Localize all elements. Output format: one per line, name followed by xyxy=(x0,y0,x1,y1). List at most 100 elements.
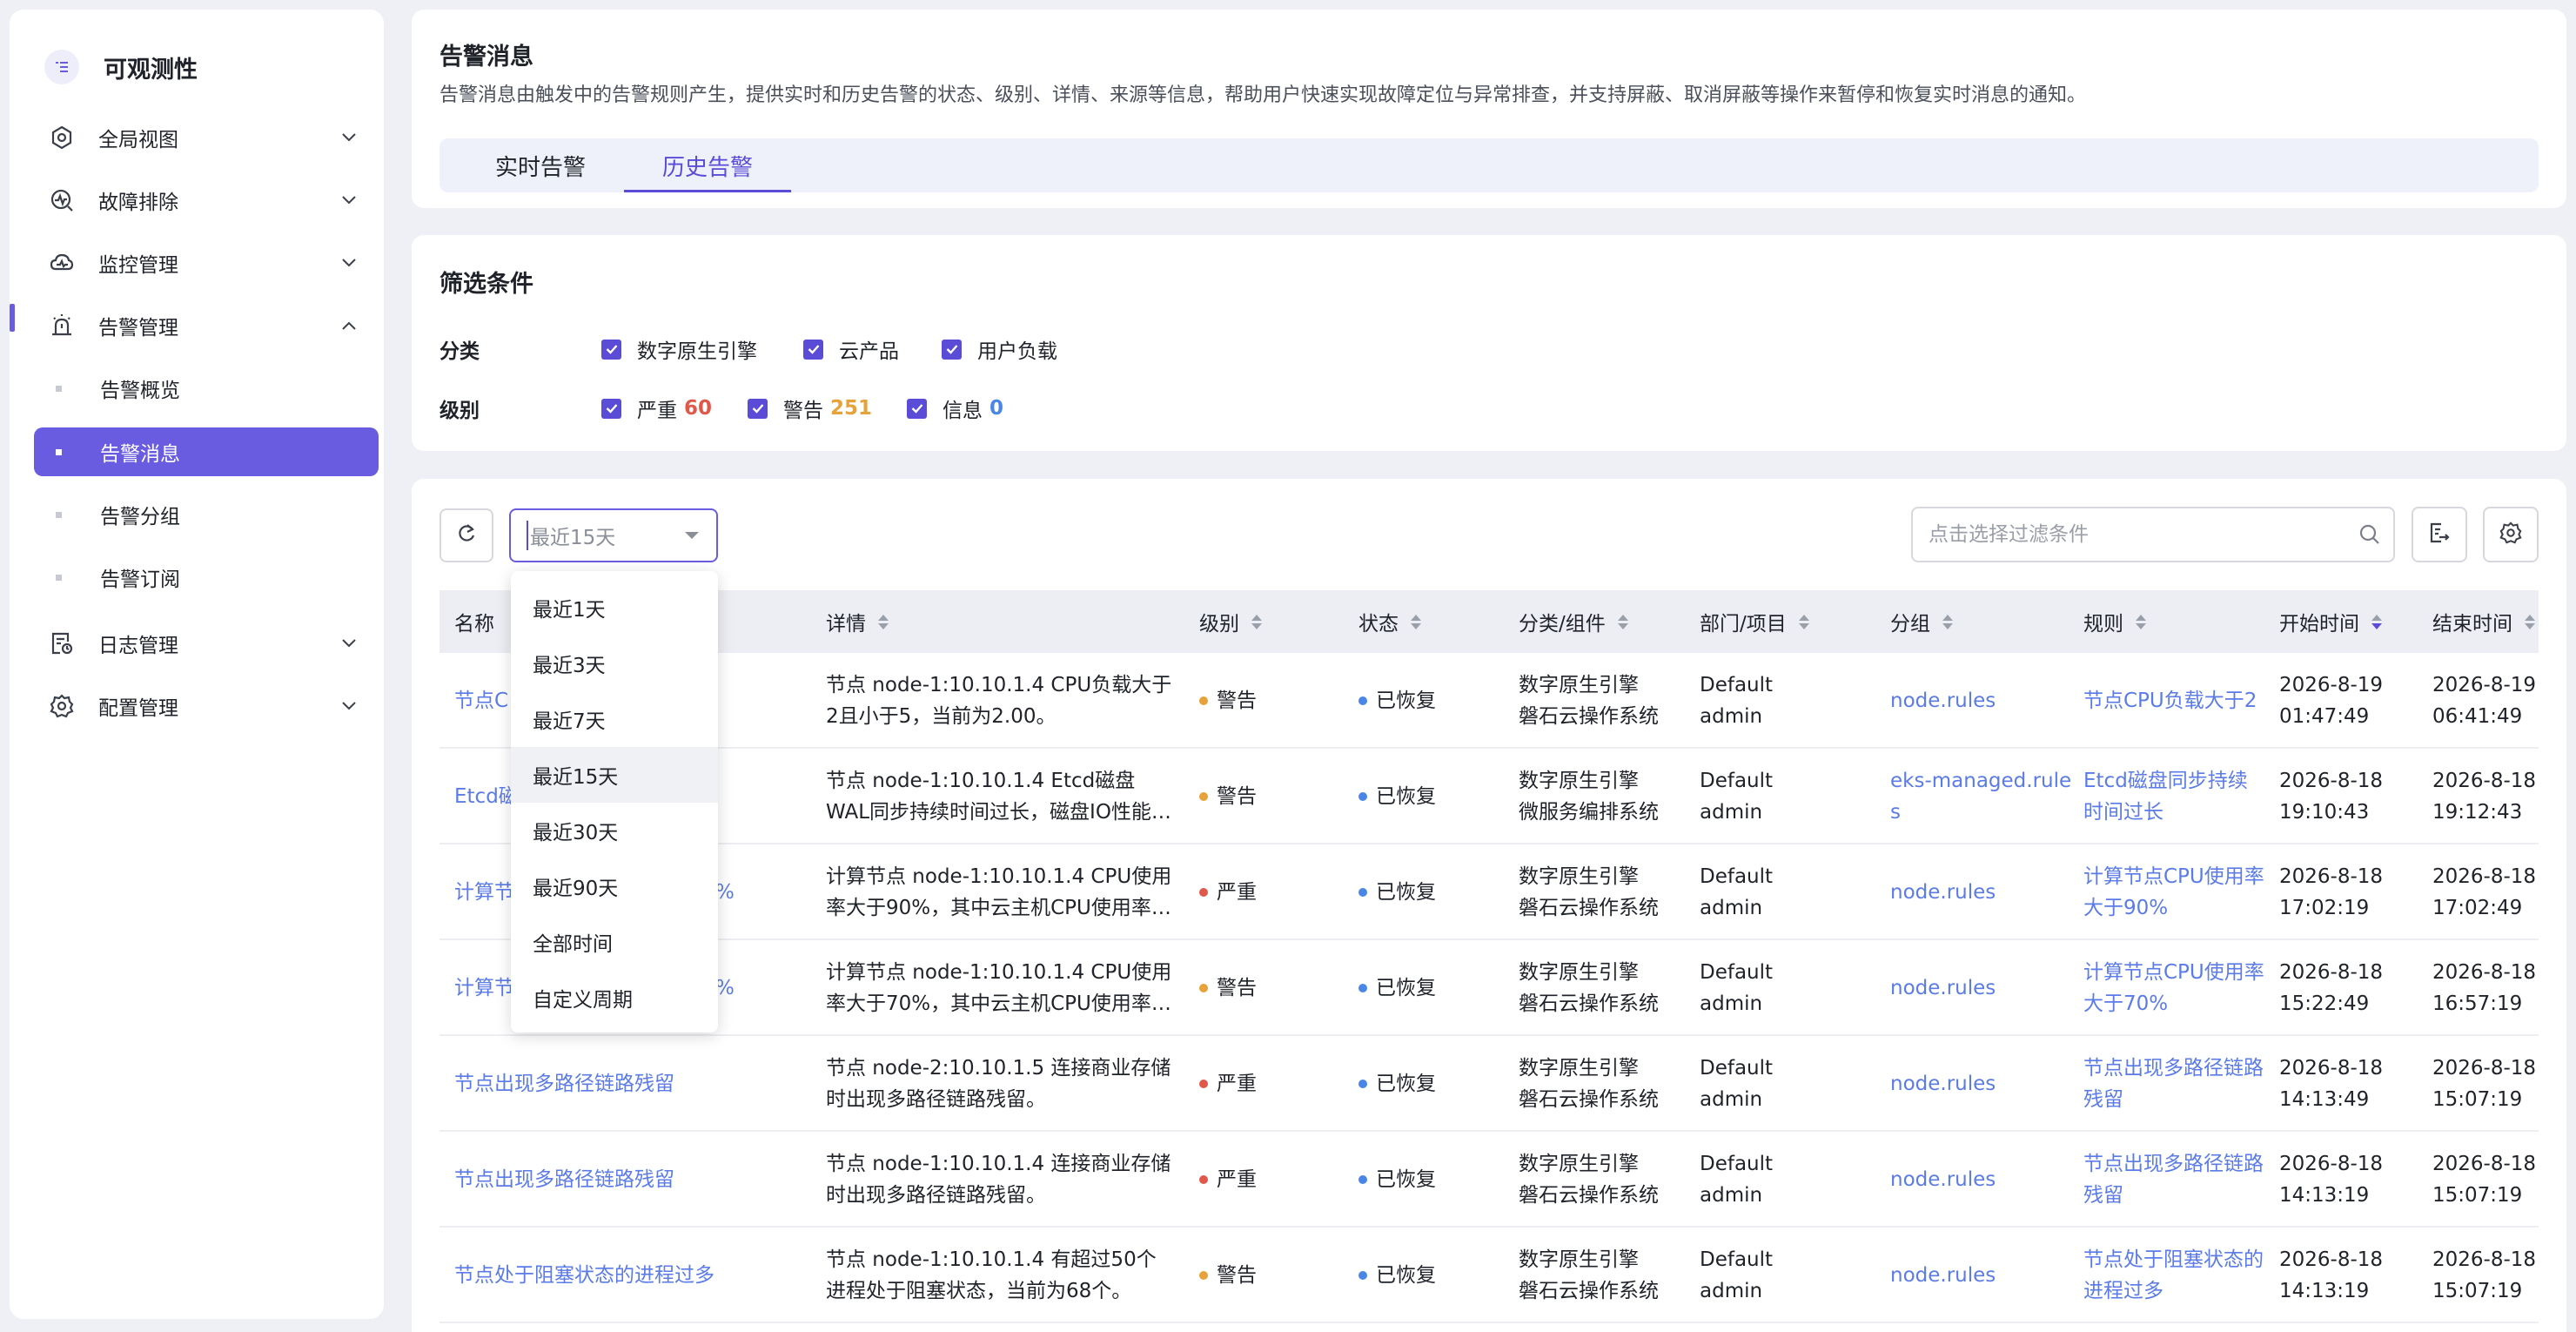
alert-name-link[interactable]: 节点出现多路径链路残留 xyxy=(454,1068,674,1100)
column-header-detail[interactable]: 详情 xyxy=(826,590,889,653)
department: Default xyxy=(1700,865,1774,888)
alert-detail: 计算节点 node-1:10.10.1.4 CPU使用率大于90%，其中云主机C… xyxy=(826,865,1172,919)
level-dot xyxy=(1199,696,1208,705)
project: admin xyxy=(1700,992,1763,1015)
checkbox-category-digital-native[interactable]: 数字原生引擎 xyxy=(601,334,757,364)
page-title: 告警消息 xyxy=(439,44,533,71)
time-option[interactable]: 最近7天 xyxy=(511,691,718,747)
column-header-rule[interactable]: 规则 xyxy=(2083,590,2146,653)
menu-icon[interactable] xyxy=(44,50,79,84)
column-header-level[interactable]: 级别 xyxy=(1199,590,1262,653)
level-dot xyxy=(1199,792,1208,801)
time-option[interactable]: 最近1天 xyxy=(511,580,718,636)
group-link[interactable]: node.rules xyxy=(1890,877,1996,908)
level-label: 级别 xyxy=(439,400,480,422)
tab-history-alerts[interactable]: 历史告警 xyxy=(624,138,791,192)
column-header-end-time[interactable]: 结束时间 xyxy=(2432,590,2535,653)
group-link[interactable]: node.rules xyxy=(1890,1164,1996,1195)
alert-name-link[interactable]: 节点处于阻塞状态的进程过多 xyxy=(454,1260,714,1291)
alert-detail: 节点 node-1:10.10.1.4 连接商业存储时出现多路径链路残留。 xyxy=(826,1153,1171,1207)
group-link[interactable]: node.rules xyxy=(1890,972,1996,1004)
time-option[interactable]: 自定义周期 xyxy=(511,970,718,1026)
category-primary: 数字原生引擎 xyxy=(1519,1057,1639,1080)
table-row: Etcd磁 节点 node-1:10.10.1.4 Etcd磁盘WAL同步持续时间… xyxy=(439,749,2539,844)
column-header-category[interactable]: 分类/组件 xyxy=(1519,590,1628,653)
group-link[interactable]: node.rules xyxy=(1890,685,1996,716)
level-dot xyxy=(1199,888,1208,897)
time-option[interactable]: 最近90天 xyxy=(511,858,718,914)
column-header-status[interactable]: 状态 xyxy=(1358,590,1421,653)
time-option-selected[interactable]: 最近15天 xyxy=(511,747,718,803)
checkbox-category-cloud-product[interactable]: 云产品 xyxy=(803,334,899,364)
level-dot xyxy=(1199,984,1208,992)
checkmark-icon xyxy=(748,398,768,419)
bullet xyxy=(56,448,62,455)
filter-search-input[interactable] xyxy=(1929,523,2358,546)
rule-link[interactable]: 计算节点CPU使用率大于90% xyxy=(2083,861,2266,924)
column-header-group[interactable]: 分组 xyxy=(1890,590,1953,653)
group-link[interactable]: node.rules xyxy=(1890,1260,1996,1291)
rule-link[interactable]: 节点处于阻塞状态的进程过多 xyxy=(2083,1244,2266,1307)
sidebar-item-monitor[interactable]: 监控管理 xyxy=(34,238,379,288)
tab-realtime-alerts[interactable]: 实时告警 xyxy=(457,138,624,192)
checkbox-level-warning[interactable]: 警告 251 xyxy=(748,394,872,423)
column-header-name[interactable]: 名称 xyxy=(454,590,494,653)
alert-status: 已恢复 xyxy=(1376,977,1436,999)
checkbox-level-critical[interactable]: 严重 60 xyxy=(601,394,712,423)
time-option[interactable]: 全部时间 xyxy=(511,914,718,970)
table-card: 最近15天 名称 详情 级别 状态 分类/组件 部门/项目 分组 规则 开始时间… xyxy=(412,479,2566,1332)
checkbox-level-info[interactable]: 信息 0 xyxy=(907,394,1003,423)
sidebar-subitem-alert-overview[interactable]: 告警概览 xyxy=(34,364,379,413)
export-button[interactable] xyxy=(2412,507,2467,562)
sidebar-item-logs[interactable]: 日志管理 xyxy=(34,618,379,669)
rule-link[interactable]: 计算节点CPU使用率大于70% xyxy=(2083,957,2266,1019)
group-link[interactable]: node.rules xyxy=(1890,1068,1996,1100)
rule-link[interactable]: Etcd磁盘同步持续时间过长 xyxy=(2083,765,2266,828)
tab-bar: 实时告警 历史告警 xyxy=(439,138,2539,192)
status-dot xyxy=(1358,1271,1367,1280)
end-date: 2026-8-18 xyxy=(2432,1153,2537,1175)
group-link[interactable]: eks-managed.rules xyxy=(1890,765,2073,828)
alert-status: 已恢复 xyxy=(1376,690,1436,712)
department: Default xyxy=(1700,961,1774,984)
sidebar-item-global-view[interactable]: 全局视图 xyxy=(34,112,379,163)
rule-link[interactable]: 节点CPU负载大于2 xyxy=(2083,685,2257,716)
category-component: 磐石云操作系统 xyxy=(1519,897,1659,919)
chevron-down-icon xyxy=(337,188,361,212)
rule-link[interactable]: 节点出现多路径链路残留 xyxy=(2083,1053,2266,1115)
checkbox-category-user-load[interactable]: 用户负载 xyxy=(942,334,1057,364)
sidebar-subitem-alert-messages[interactable]: 告警消息 xyxy=(34,427,379,476)
start-time: 01:47:49 xyxy=(2279,705,2370,728)
sidebar-item-label: 日志管理 xyxy=(98,635,178,657)
sidebar-subitem-alert-groups[interactable]: 告警分组 xyxy=(34,490,379,539)
sidebar-item-config[interactable]: 配置管理 xyxy=(34,681,379,731)
rule-link[interactable]: 节点出现多路径链路残留 xyxy=(2083,1148,2266,1211)
sort-icon xyxy=(1798,614,1809,629)
sidebar-item-alarm[interactable]: 告警管理 xyxy=(34,300,379,351)
column-header-start-time[interactable]: 开始时间 xyxy=(2279,590,2382,653)
sidebar-subitem-alert-subscriptions[interactable]: 告警订阅 xyxy=(34,553,379,602)
settings-button[interactable] xyxy=(2483,507,2539,562)
time-option[interactable]: 最近3天 xyxy=(511,636,718,691)
filter-card: 筛选条件 分类 数字原生引擎 云产品 用户负载 级别 严重 60 警告 251 … xyxy=(412,235,2566,451)
column-header-dept[interactable]: 部门/项目 xyxy=(1700,590,1809,653)
status-dot xyxy=(1358,1080,1367,1088)
table-row: 计算节% 计算节点 node-1:10.10.1.4 CPU使用率大于70%，其中… xyxy=(439,940,2539,1036)
alert-name-link[interactable]: Etcd磁 xyxy=(454,781,519,812)
filter-search[interactable] xyxy=(1911,507,2395,562)
log-icon xyxy=(46,628,77,659)
alert-name-link[interactable]: 节点出现多路径链路残留 xyxy=(454,1164,674,1195)
alert-name-link[interactable]: 计算节 xyxy=(454,877,514,908)
sort-icon xyxy=(1617,614,1628,629)
sidebar-item-troubleshoot[interactable]: 故障排除 xyxy=(34,175,379,225)
alert-name-link[interactable]: 计算节 xyxy=(454,972,514,1004)
start-date: 2026-8-19 xyxy=(2279,674,2384,696)
time-option[interactable]: 最近30天 xyxy=(511,803,718,858)
checkmark-icon xyxy=(803,339,823,360)
sidebar-subitem-label: 告警订阅 xyxy=(100,568,180,591)
time-range-select[interactable]: 最近15天 xyxy=(509,508,718,562)
alert-status: 已恢复 xyxy=(1376,1264,1436,1287)
alert-detail: 计算节点 node-1:10.10.1.4 CPU使用率大于70%，其中云主机C… xyxy=(826,961,1172,1015)
alert-name-link[interactable]: 节点C xyxy=(454,685,508,716)
refresh-button[interactable] xyxy=(439,508,493,562)
